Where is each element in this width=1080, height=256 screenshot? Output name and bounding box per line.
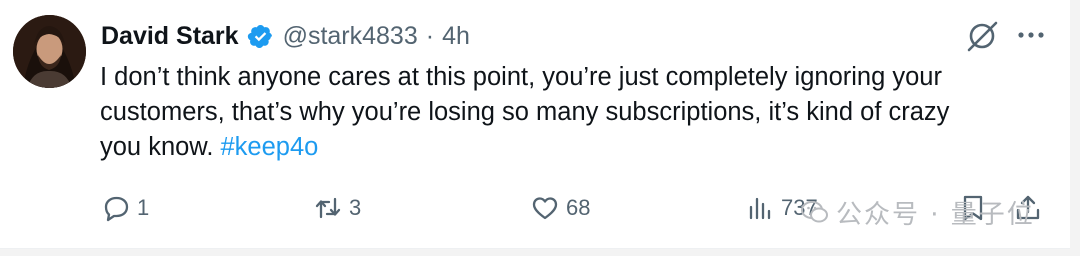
- reply-count: 1: [137, 195, 150, 220]
- tweet-header: David Stark @stark4833 · 4h: [101, 18, 470, 54]
- tweet-timestamp[interactable]: 4h: [442, 22, 470, 51]
- watermark-text: 公众号 · 量子位: [836, 199, 1035, 230]
- author-handle[interactable]: @stark4833: [283, 22, 418, 51]
- repost-icon: [315, 197, 341, 219]
- reply-icon: [104, 196, 129, 222]
- reply-button[interactable]: 1: [101, 190, 149, 226]
- repost-count: 3: [349, 195, 362, 220]
- tweet-text: I don’t think anyone cares at this point…: [100, 60, 1060, 165]
- hashtag-link[interactable]: #keep4o: [221, 133, 319, 161]
- like-button[interactable]: 68: [530, 190, 590, 226]
- like-icon: [532, 197, 558, 220]
- more-icon[interactable]: [1014, 23, 1048, 47]
- verified-badge-icon: [247, 24, 272, 48]
- views-icon: [749, 197, 771, 220]
- like-count: 68: [566, 195, 591, 220]
- grok-icon[interactable]: [963, 17, 1001, 55]
- separator-dot: ·: [425, 21, 435, 50]
- repost-button[interactable]: 3: [313, 190, 361, 226]
- wechat-logo-icon: [801, 201, 828, 223]
- watermark: 公众号 · 量子位: [800, 192, 1035, 232]
- tweet-card[interactable]: David Stark @stark4833 · 4h I don’t thin…: [0, 0, 1070, 249]
- author-name[interactable]: David Stark: [101, 22, 239, 51]
- avatar[interactable]: [13, 15, 86, 88]
